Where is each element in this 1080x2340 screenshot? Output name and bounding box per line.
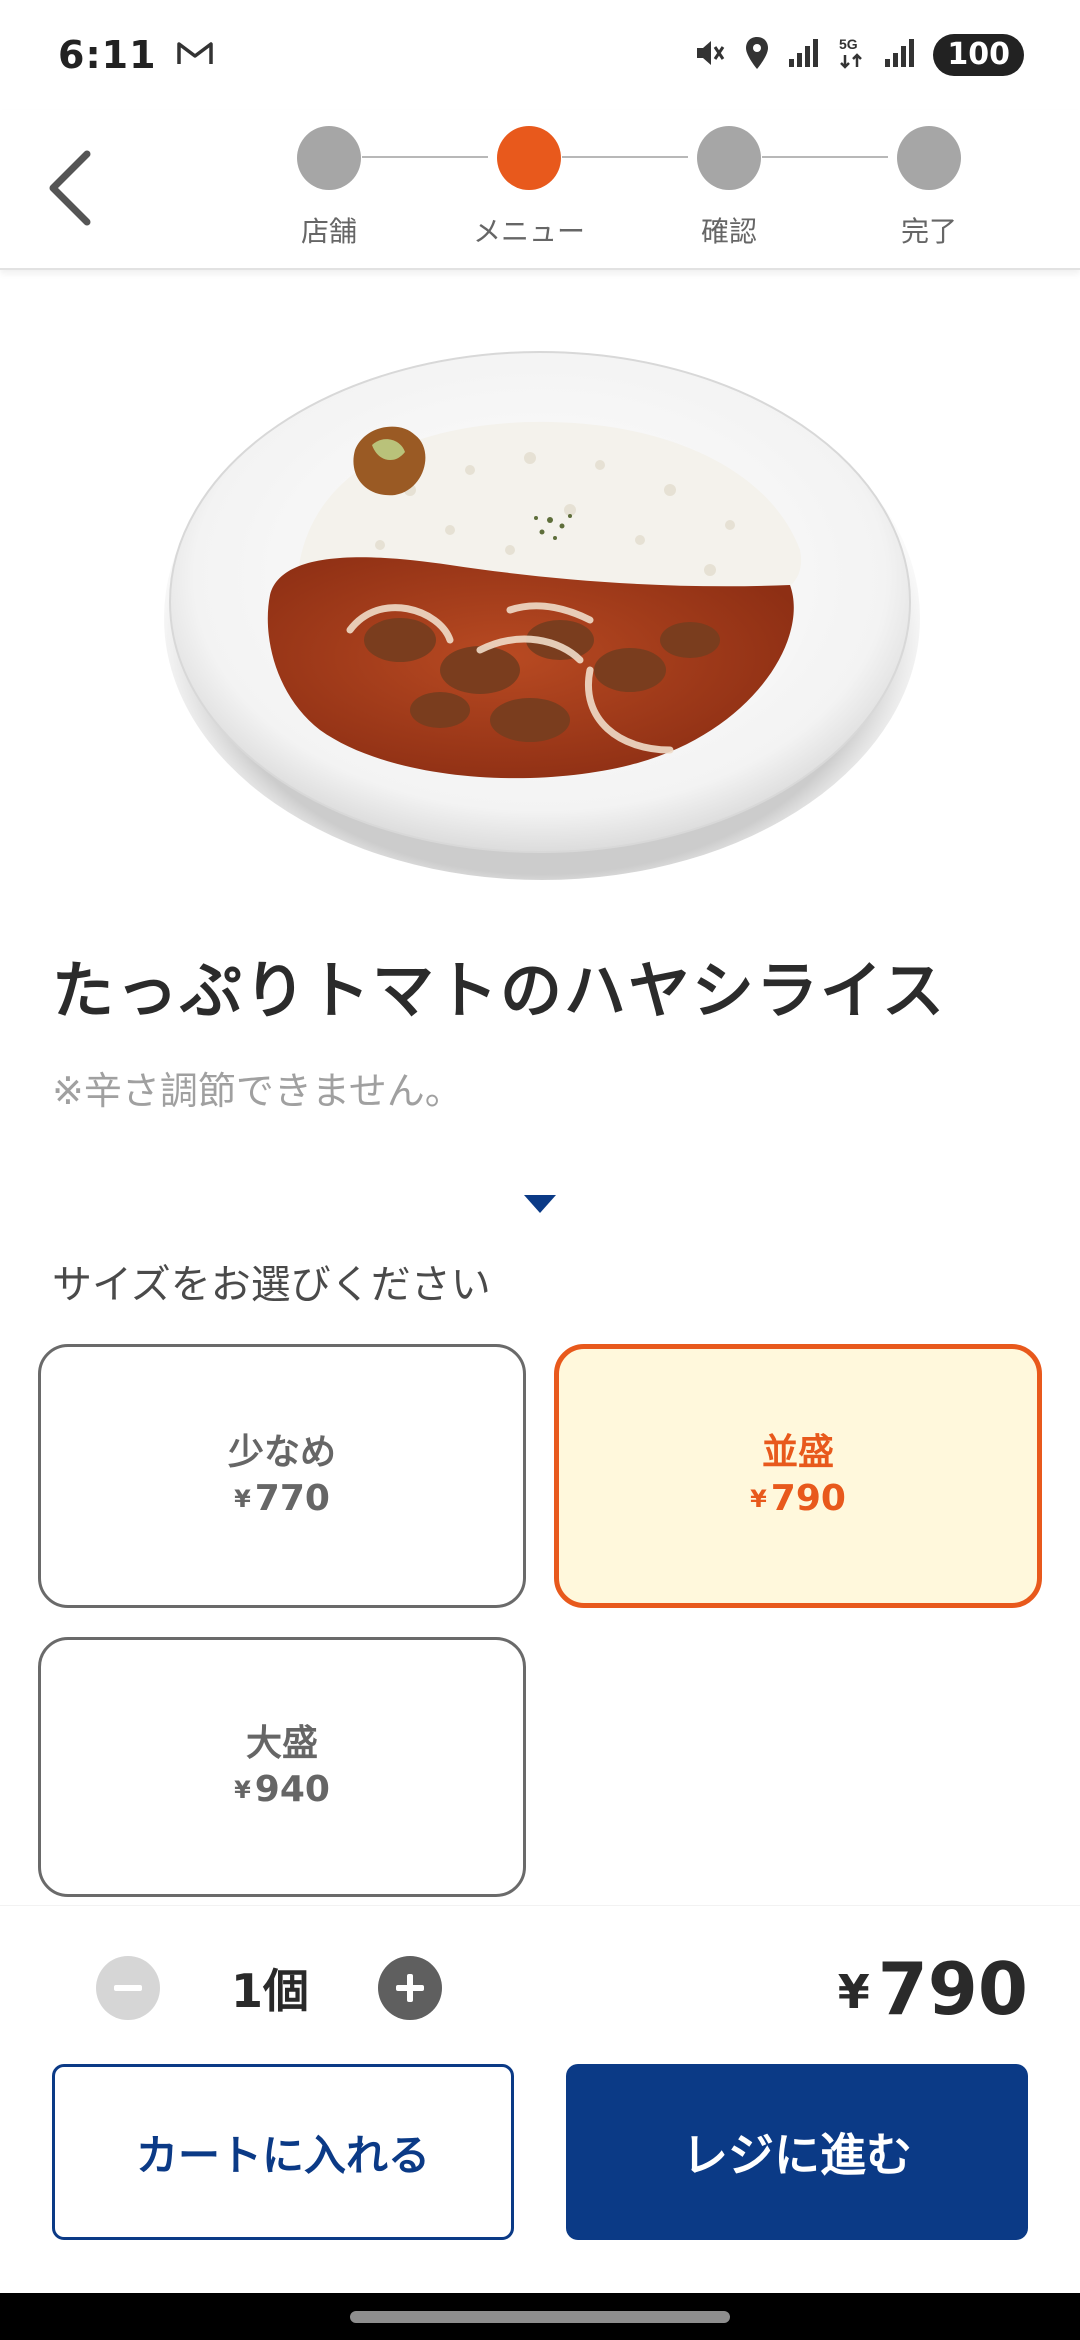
order-footer: 1個 ¥790 カートに入れる レジに進む — [0, 1905, 1080, 2293]
size-price-value: 940 — [254, 1769, 330, 1810]
checkout-button[interactable]: レジに進む — [566, 2064, 1028, 2240]
step-dot — [897, 126, 961, 190]
step-label: メニュー — [472, 215, 585, 248]
product-note: ※辛さ調節できません。 — [52, 1069, 463, 1113]
step-dot-active — [497, 126, 561, 190]
size-prompt: サイズをお選びください — [52, 1262, 491, 1308]
size-price: ¥940 — [234, 1767, 330, 1813]
yen-symbol: ¥ — [234, 1485, 251, 1513]
status-time: 6:11 — [58, 33, 157, 77]
signal-icon — [787, 37, 821, 73]
step-complete: 完了 — [859, 126, 999, 250]
order-progress-header: 店舗 メニュー 確認 完了 — [0, 110, 1080, 270]
step-dot — [697, 126, 761, 190]
product-title: たっぷりトマトのハヤシライス — [52, 954, 947, 1027]
total-price: ¥790 — [838, 1944, 1028, 2037]
size-price-value: 770 — [254, 1478, 330, 1519]
expand-arrow-icon[interactable] — [524, 1195, 556, 1213]
step-menu: メニュー — [459, 126, 599, 250]
size-price-value: 790 — [770, 1478, 846, 1519]
battery-indicator: 100 — [933, 34, 1024, 76]
home-indicator[interactable] — [350, 2311, 730, 2323]
yen-symbol: ¥ — [750, 1485, 767, 1513]
size-name: 少なめ — [227, 1432, 336, 1473]
size-option-large[interactable]: 大盛 ¥940 — [38, 1637, 526, 1897]
step-label: 完了 — [900, 215, 957, 248]
step-confirm: 確認 — [659, 126, 799, 250]
product-image — [150, 340, 930, 900]
location-icon — [743, 35, 771, 75]
step-label: 店舗 — [300, 215, 357, 248]
size-price: ¥790 — [750, 1476, 846, 1522]
mute-icon — [691, 35, 727, 75]
progress-steps: 店舗 メニュー 確認 完了 — [0, 110, 1080, 270]
size-price: ¥770 — [234, 1476, 330, 1522]
step-label: 確認 — [700, 215, 757, 248]
plus-icon — [396, 1974, 424, 2002]
svg-text:5G: 5G — [839, 36, 858, 52]
signal-icon — [883, 37, 917, 73]
system-navigation-bar — [0, 2293, 1080, 2340]
total-price-value: 790 — [877, 1947, 1028, 2031]
size-option-regular[interactable]: 並盛 ¥790 — [554, 1344, 1042, 1608]
yen-symbol: ¥ — [837, 1965, 870, 2019]
step-store: 店舗 — [259, 126, 399, 250]
add-to-cart-button[interactable]: カートに入れる — [52, 2064, 514, 2240]
size-name: 並盛 — [761, 1432, 834, 1473]
gmail-icon — [175, 38, 215, 72]
quantity-value: 1個 — [230, 1964, 309, 2018]
step-dot — [297, 126, 361, 190]
5g-icon: 5G — [837, 35, 867, 75]
quantity-increment-button[interactable] — [378, 1956, 442, 2020]
minus-icon — [114, 1985, 142, 1991]
status-bar: 6:11 5G 100 — [0, 0, 1080, 110]
yen-symbol: ¥ — [234, 1776, 251, 1804]
size-option-small[interactable]: 少なめ ¥770 — [38, 1344, 526, 1608]
quantity-decrement-button[interactable] — [96, 1956, 160, 2020]
size-name: 大盛 — [245, 1723, 318, 1764]
menu-item-detail-page: 6:11 5G 100 店舗 メニュー 確認 完了 たっぷりトマトのハヤシライス… — [0, 0, 1080, 2340]
